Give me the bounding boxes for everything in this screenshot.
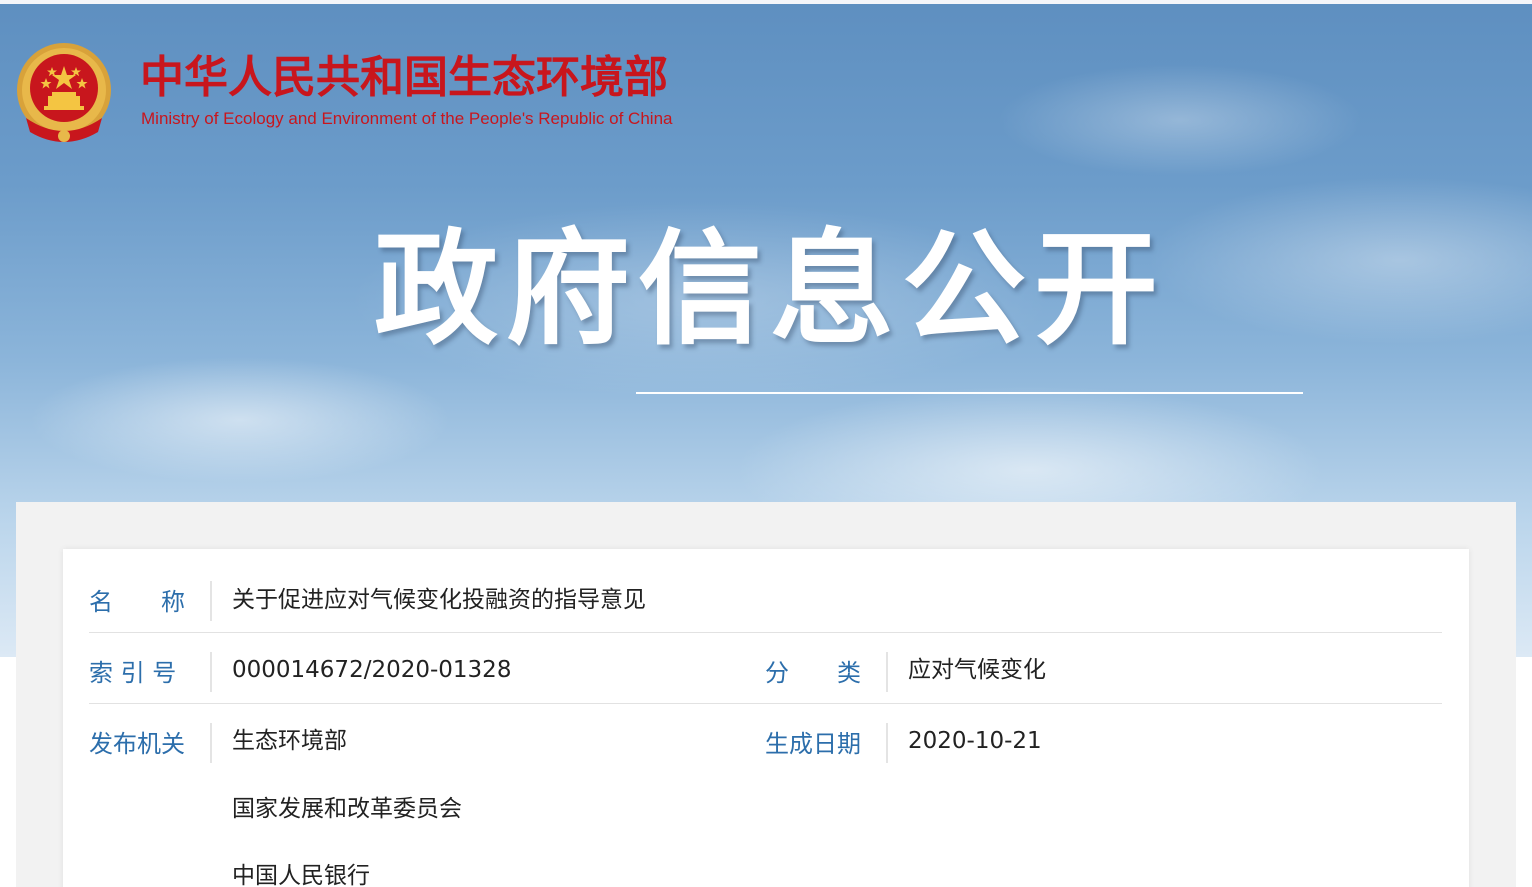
issuer-value: 国家发展和改革委员会 [232, 796, 462, 822]
index-number-value: 000014672/2020-01328 [232, 657, 512, 683]
banner-top-strip [0, 0, 1532, 4]
name-label: 名 称 [89, 588, 185, 616]
name-separator [210, 581, 212, 621]
page: 中华人民共和国生态环境部 Ministry of Ecology and Env… [0, 0, 1532, 887]
category-value: 应对气候变化 [908, 657, 1046, 683]
banner-title-underline [636, 392, 1303, 394]
issuer-separator [210, 723, 212, 763]
ministry-name-cn: 中华人民共和国生态环境部 [140, 52, 668, 103]
category-label: 分 类 [765, 659, 861, 687]
issuer-value: 生态环境部 [232, 728, 347, 754]
ministry-name-en: Ministry of Ecology and Environment of t… [141, 109, 673, 128]
date-value: 2020-10-21 [908, 728, 1042, 754]
date-label: 生成日期 [765, 730, 861, 758]
row-divider [89, 703, 1442, 704]
row-divider [89, 632, 1442, 633]
issuer-value: 中国人民银行 [232, 863, 370, 887]
banner-title: 政府信息公开 [373, 218, 1166, 362]
category-separator [886, 652, 888, 692]
date-separator [886, 723, 888, 763]
index-number-label: 索 引 号 [89, 659, 177, 687]
index-separator [210, 652, 212, 692]
issuer-label: 发布机关 [89, 730, 185, 758]
document-title: 关于促进应对气候变化投融资的指导意见 [232, 587, 646, 613]
national-emblem-icon [17, 43, 111, 142]
